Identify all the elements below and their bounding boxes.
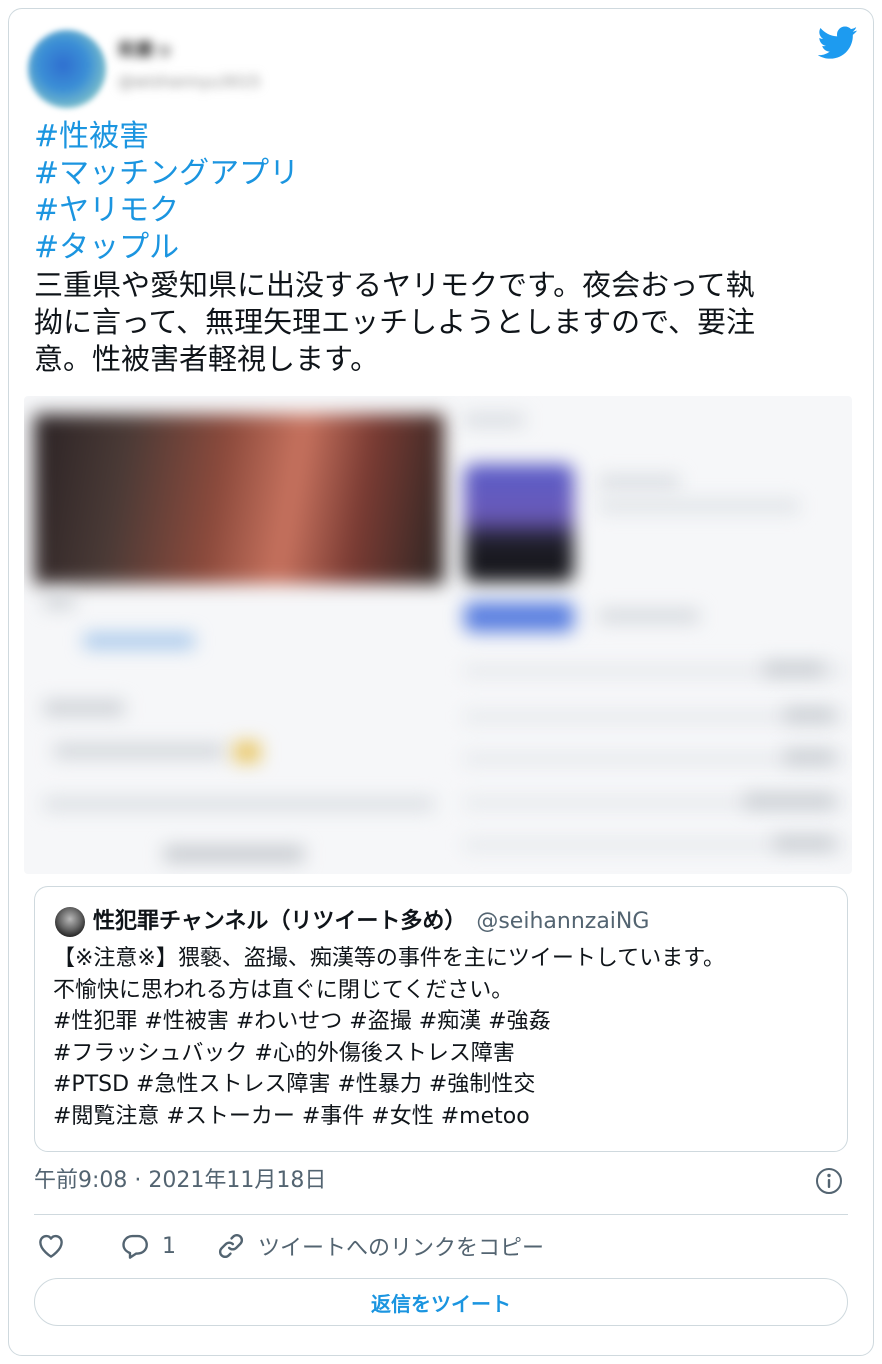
divider xyxy=(34,1214,848,1215)
author-handle[interactable]: @wishannyu3015 xyxy=(118,72,318,91)
quoted-tweet[interactable]: 性犯罪チャンネル（リツイート多め） @seihannzaiNG 【※注意※】猥褻、… xyxy=(34,886,848,1152)
copy-link-label: ツイートへのリンクをコピー xyxy=(258,1236,545,1261)
author-avatar[interactable] xyxy=(28,30,106,108)
reply-count: 1 xyxy=(162,1233,176,1259)
hashtag-link[interactable]: #マッチングアプリ xyxy=(34,155,834,192)
author-name[interactable]: 和素っ xyxy=(118,36,318,62)
quoted-text-line: #性犯罪 #性被害 #わいせつ #盗撮 #痴漢 #強姦 xyxy=(53,1009,551,1034)
quoted-text-line: 不愉快に思われる方は直ぐに閉じてください。 xyxy=(53,977,514,1003)
tweet-timestamp[interactable]: 午前9:08 · 2021年11月18日 xyxy=(34,1166,326,1196)
comment-icon xyxy=(122,1234,148,1259)
hashtag-link[interactable]: #性被害 xyxy=(34,118,834,155)
tweet-reply-button[interactable]: 返信をツイート xyxy=(34,1278,848,1326)
reply-action[interactable]: 1 xyxy=(120,1228,176,1264)
hashtag-link[interactable]: #ヤリモク xyxy=(34,192,834,229)
tweet-body-line: 意。性被害者軽視します。 xyxy=(34,342,380,376)
quoted-author[interactable]: 性犯罪チャンネル（リツイート多め） @seihannzaiNG xyxy=(93,907,649,937)
quoted-text-line: #フラッシュバック #心的外傷後ストレス障害 xyxy=(53,1040,515,1066)
tweet-body: 三重県や愛知県に出没するヤリモクです。夜会おって執 拗に言って、無理矢理エッチし… xyxy=(34,267,834,378)
author-info[interactable]: 和素っ @wishannyu3015 xyxy=(118,36,318,102)
quoted-author-handle[interactable]: @seihannzaiNG xyxy=(476,909,649,934)
quoted-author-avatar[interactable] xyxy=(55,907,85,937)
quoted-text-line: #閲覧注意 #ストーカー #事件 #女性 #metoo xyxy=(53,1103,530,1129)
twitter-bird-icon[interactable] xyxy=(818,26,858,60)
tweet-image-blurred[interactable] xyxy=(24,396,852,874)
hashtag-link[interactable]: #タップル xyxy=(34,229,834,266)
like-button[interactable] xyxy=(36,1228,66,1264)
tweet-body-line: 拗に言って、無理矢理エッチしようとしますので、要注 xyxy=(34,305,755,339)
tweet-actions: 1 ツイートへのリンクをコピー xyxy=(36,1228,848,1264)
heart-icon xyxy=(39,1234,63,1258)
quoted-text-line: #PTSD #急性ストレス障害 #性暴力 #強制性交 xyxy=(53,1072,536,1097)
info-icon[interactable] xyxy=(815,1167,843,1195)
quoted-author-name[interactable]: 性犯罪チャンネル（リツイート多め） xyxy=(93,909,466,934)
quoted-text-line: 【※注意※】猥褻、盗撮、痴漢等の事件を主にツイートしています。 xyxy=(53,946,726,971)
tweet-body-line: 三重県や愛知県に出没するヤリモクです。夜会おって執 xyxy=(34,268,755,302)
copy-link-button[interactable]: ツイートへのリンクをコピー xyxy=(216,1228,544,1264)
tweet-text: #性被害 #マッチングアプリ #ヤリモク #タップル 三重県や愛知県に出没するヤ… xyxy=(34,118,834,378)
link-icon xyxy=(218,1233,244,1259)
quoted-tweet-text: 【※注意※】猥褻、盗撮、痴漢等の事件を主にツイートしています。 不愉快に思われる… xyxy=(53,943,833,1132)
